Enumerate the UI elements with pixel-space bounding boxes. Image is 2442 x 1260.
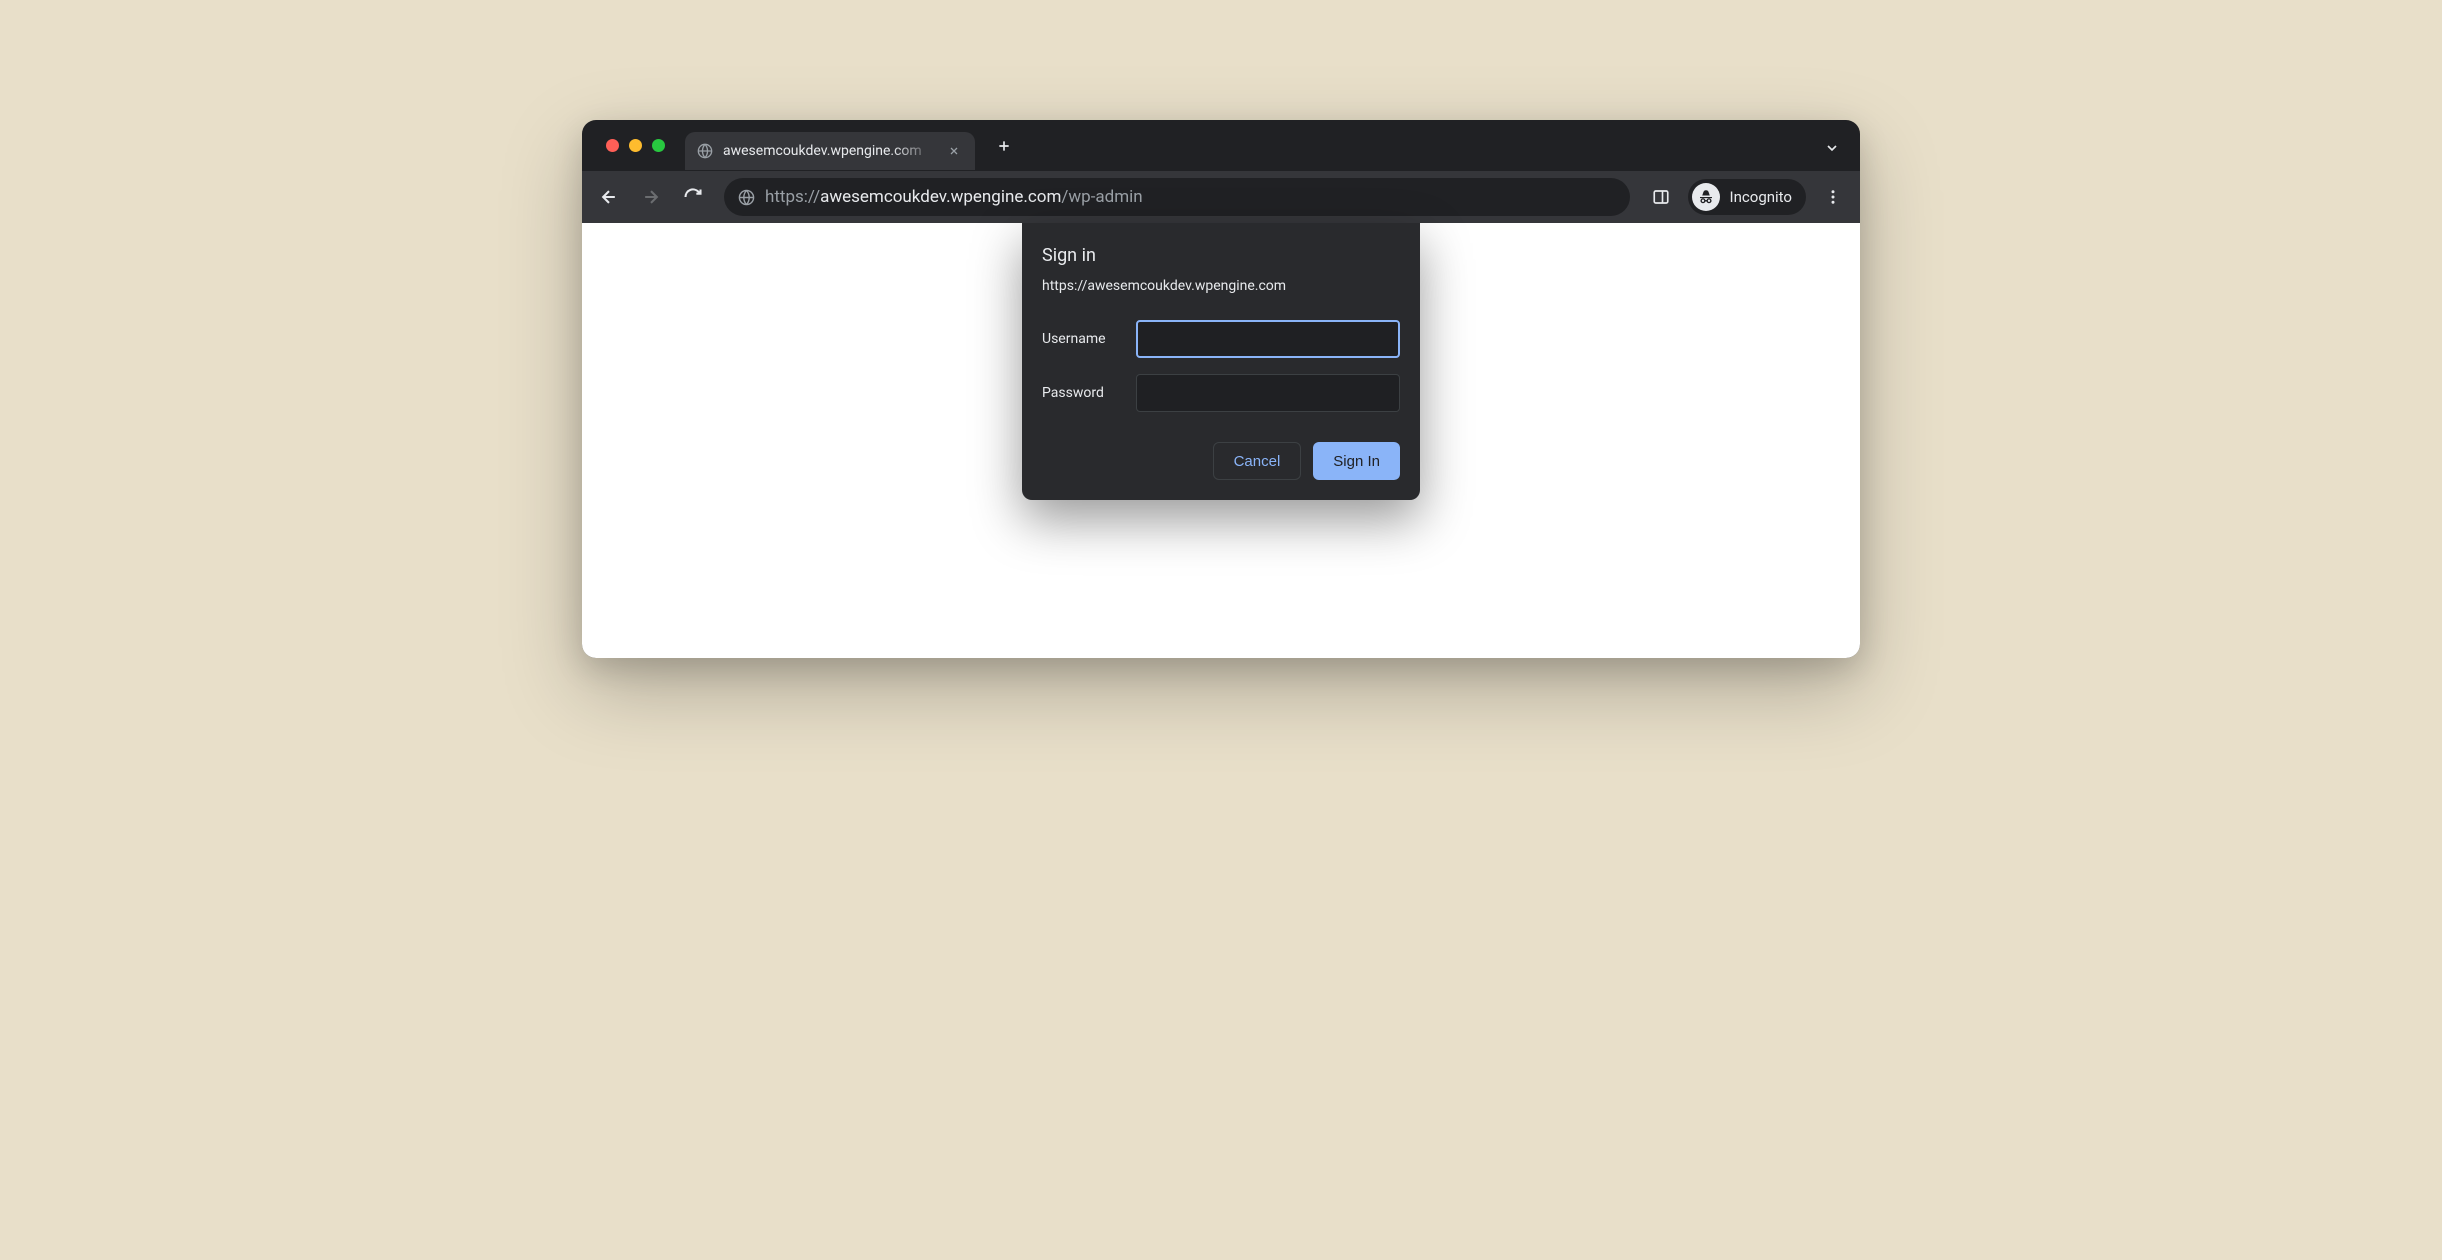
maximize-window-button[interactable] [652,139,665,152]
window-controls [606,139,665,152]
new-tab-button[interactable] [989,131,1019,161]
url-path: /wp-admin [1061,187,1142,207]
browser-tab[interactable]: awesemcoukdev.wpengine.com [685,132,975,170]
tabs-dropdown-button[interactable] [1818,134,1846,162]
password-row: Password [1042,374,1400,412]
close-tab-button[interactable] [945,142,963,160]
username-input[interactable] [1136,320,1400,358]
tab-title: awesemcoukdev.wpengine.com [723,143,935,159]
back-button[interactable] [592,180,626,214]
globe-icon [697,143,713,159]
forward-button[interactable] [634,180,668,214]
address-bar[interactable]: https://awesemcoukdev.wpengine.com/wp-ad… [724,178,1630,216]
auth-dialog-actions: Cancel Sign In [1042,442,1400,480]
url-text: https://awesemcoukdev.wpengine.com/wp-ad… [765,187,1143,207]
username-row: Username [1042,320,1400,358]
incognito-icon [1692,183,1720,211]
http-auth-dialog: Sign in https://awesemcoukdev.wpengine.c… [1022,223,1420,500]
toolbar-right: Incognito [1644,179,1850,215]
password-label: Password [1042,385,1120,401]
incognito-label: Incognito [1730,188,1792,206]
browser-window: awesemcoukdev.wpengine.com https://aw [582,120,1860,658]
sign-in-button[interactable]: Sign In [1313,442,1400,480]
auth-dialog-title: Sign in [1042,245,1400,266]
username-label: Username [1042,331,1120,347]
toolbar: https://awesemcoukdev.wpengine.com/wp-ad… [582,171,1860,223]
minimize-window-button[interactable] [629,139,642,152]
password-input[interactable] [1136,374,1400,412]
page-viewport: Sign in https://awesemcoukdev.wpengine.c… [582,223,1860,658]
url-host: awesemcoukdev.wpengine.com [820,187,1061,207]
site-info-icon[interactable] [738,189,755,206]
side-panel-button[interactable] [1644,180,1678,214]
incognito-profile-button[interactable]: Incognito [1688,179,1806,215]
reload-button[interactable] [676,180,710,214]
url-scheme: https:// [765,187,820,207]
close-window-button[interactable] [606,139,619,152]
browser-menu-button[interactable] [1816,180,1850,214]
tab-strip: awesemcoukdev.wpengine.com [582,120,1860,171]
cancel-button[interactable]: Cancel [1213,442,1302,480]
auth-dialog-host: https://awesemcoukdev.wpengine.com [1042,278,1400,294]
